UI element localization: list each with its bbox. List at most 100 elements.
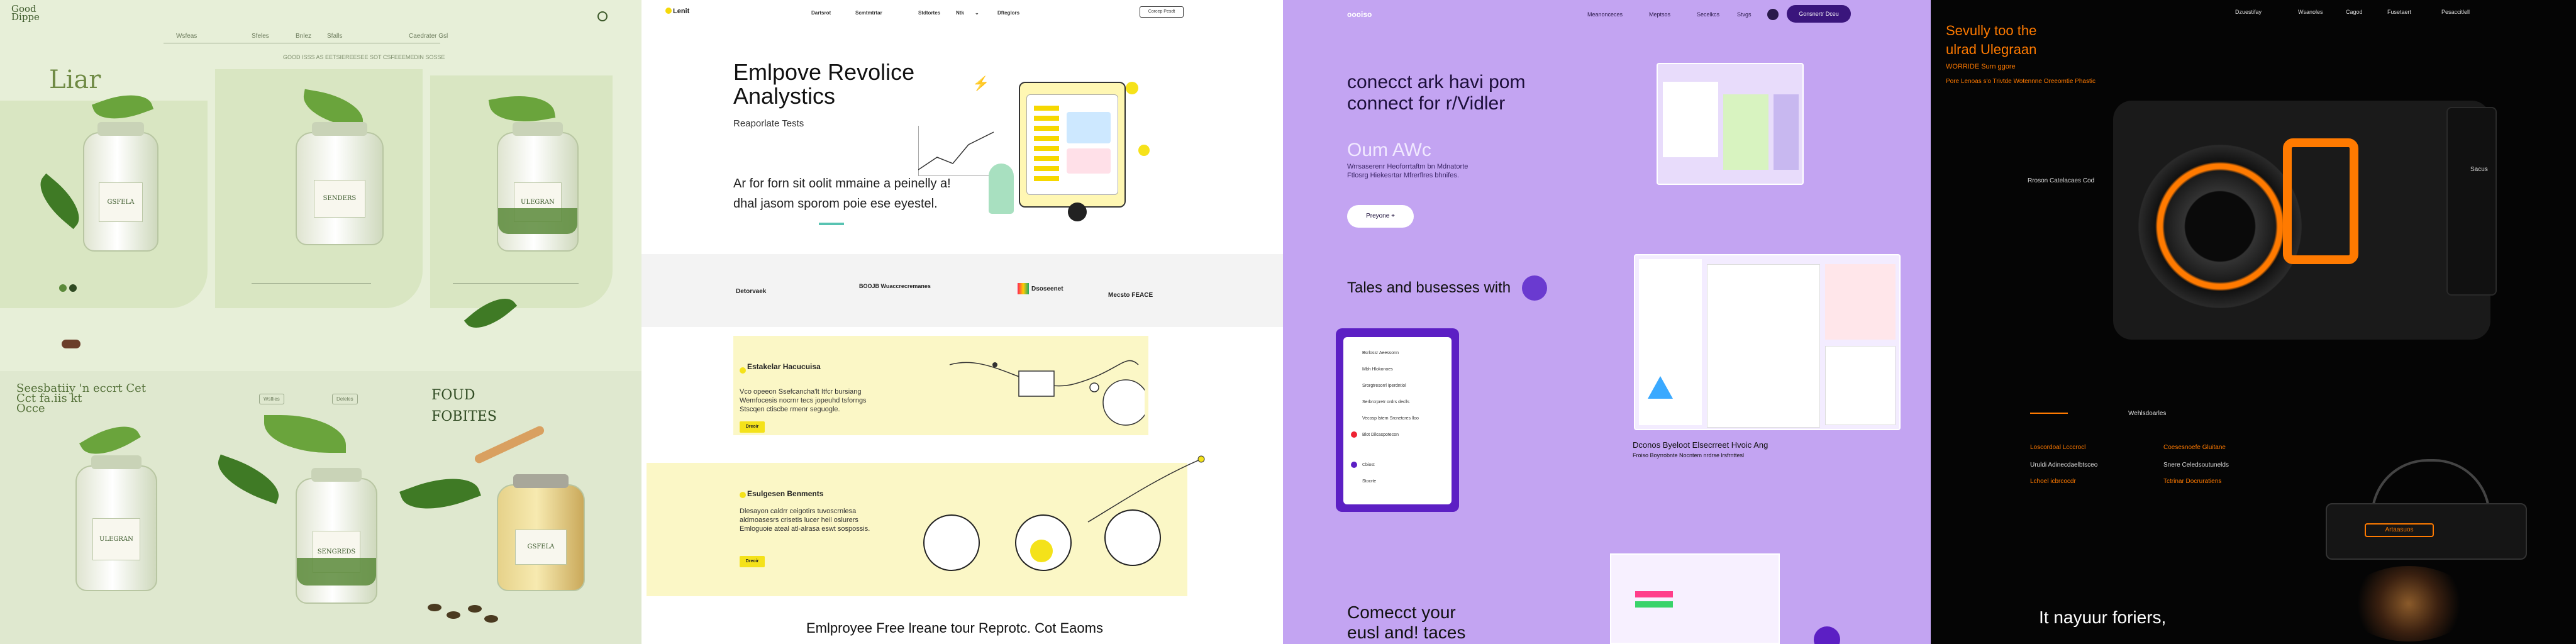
hero-title: Sevully too the ulrad Ulegraan bbox=[1946, 23, 2037, 57]
camera-site-panel: Sevully too the ulrad Ulegraan WORRIDE S… bbox=[1931, 0, 2576, 644]
phone-row[interactable]: Cbiost bbox=[1362, 463, 1375, 467]
coin-icon bbox=[1030, 540, 1053, 562]
column-1-line: Uruldi Adinecdaelbtsceo bbox=[2030, 462, 2098, 469]
phone-row[interactable]: Vecosp lstem Srcnetcres lloo bbox=[1362, 416, 1419, 421]
seed bbox=[484, 615, 498, 623]
phone-row[interactable]: Serbrcrpretr ordrs declls bbox=[1362, 400, 1409, 404]
status-icon bbox=[1351, 462, 1357, 468]
brand-name[interactable]: Lenit bbox=[673, 8, 689, 15]
sparkle-icon: ⚡ bbox=[972, 75, 990, 91]
nav-item-5[interactable]: Pesaccitlell bbox=[2441, 9, 2470, 15]
column-1-title: Loscordoal Lcccrocl bbox=[2030, 444, 2086, 451]
nav-item-4[interactable]: Ntk bbox=[956, 10, 964, 16]
brand-logo[interactable]: Good Dippe bbox=[11, 4, 40, 23]
brand-logo[interactable]: oooiso bbox=[1347, 10, 1372, 19]
dashboard-list bbox=[1707, 264, 1820, 428]
nav-item-2[interactable]: Sfeles bbox=[252, 33, 269, 40]
jar-image: GSFELA bbox=[497, 474, 585, 591]
chart-widget bbox=[1067, 112, 1111, 143]
phone-row[interactable]: Bsrlossr Aeessonn bbox=[1362, 351, 1399, 355]
list-illustration bbox=[1034, 106, 1059, 181]
camera-cage bbox=[2283, 138, 2358, 264]
nav-item-3[interactable]: Cagod bbox=[2346, 9, 2363, 15]
lightbulb-icon bbox=[1138, 145, 1150, 156]
feature-1-button[interactable]: Dreoir bbox=[740, 421, 765, 433]
jar-image: SENGREDS bbox=[296, 468, 377, 604]
nav-item-3[interactable]: Stdtortes bbox=[918, 10, 940, 16]
feature-1-text: Vco opeeon Ssefcancha'lt Itfcr bursiang … bbox=[740, 388, 867, 413]
section-title: Tales and busesses with bbox=[1347, 279, 1511, 296]
phone-row[interactable]: Blot Dilcaspotecon bbox=[1362, 433, 1399, 437]
hero-title: conecct ark havi pom connect for r/Vidle… bbox=[1347, 72, 1526, 114]
nav-item-3[interactable]: Secelkcs bbox=[1697, 11, 1719, 18]
phone-row[interactable]: Srorgtresorrl Iperdntiol bbox=[1362, 384, 1406, 388]
avatar[interactable] bbox=[1767, 9, 1779, 20]
hero-title: Emlpove Revolice Analystics bbox=[733, 59, 915, 109]
nav-item-3[interactable]: Bnlez bbox=[296, 33, 311, 40]
jar-image: GSFELA bbox=[83, 122, 158, 252]
nav-item-4[interactable]: Fusetaert bbox=[2387, 9, 2411, 15]
phone-screen: Bsrlossr Aeessonn Mbh Hlokonoes Srorgtre… bbox=[1343, 337, 1452, 504]
partner-logo-3-icon bbox=[1018, 283, 1029, 294]
found-title: FOUD FOBITES bbox=[431, 387, 497, 425]
carousel-dot[interactable] bbox=[59, 284, 67, 292]
carousel-dot-active[interactable] bbox=[69, 284, 77, 292]
column-2-title: Coesesnoefe Gluitane bbox=[2163, 444, 2226, 451]
window-panel bbox=[1774, 94, 1799, 170]
feature-2-button[interactable]: Dreoir bbox=[740, 556, 765, 567]
nav-item-5[interactable]: Dfteglors bbox=[997, 10, 1019, 16]
filter-pill-1[interactable]: Wsflies bbox=[259, 394, 284, 404]
nav-item-5[interactable]: Caedrater Gsl bbox=[409, 33, 448, 40]
nav-item-1[interactable]: Meanonceces bbox=[1587, 11, 1623, 18]
hero-lead: Ar for forn sit oolit mmaine a peinelly … bbox=[733, 177, 951, 211]
nav-item-4[interactable]: Sfalls bbox=[327, 33, 342, 40]
bottom-card-mock bbox=[1610, 553, 1780, 644]
progress-bar-green bbox=[1635, 601, 1673, 608]
hero-subtitle: Reaporlate Tests bbox=[733, 118, 804, 129]
filter-pill-2[interactable]: Deleles bbox=[332, 394, 358, 404]
dashboard-card bbox=[1825, 264, 1896, 340]
herbal-site-panel: Good Dippe Wsfeas Sfeles Bnlez Sfalls Ca… bbox=[0, 0, 641, 644]
partner-logo-2: BOOJB Wuaccrecremanes bbox=[859, 283, 931, 289]
dashboard-caption: Dconos Byeloot Elsecrreet Hvoic Ang Froi… bbox=[1633, 440, 1768, 458]
hero-button[interactable]: Preyone + bbox=[1347, 205, 1414, 228]
camera-lens bbox=[2138, 145, 2302, 308]
shop-button[interactable] bbox=[62, 340, 80, 348]
dashboard-sidebar bbox=[1639, 259, 1702, 425]
phone-row[interactable]: Stocrte bbox=[1362, 479, 1376, 484]
nav-item-1[interactable]: Wsfeas bbox=[176, 33, 197, 40]
brand-logo-icon bbox=[665, 8, 672, 14]
device-label: Artaasuos bbox=[2365, 523, 2434, 537]
nav-item-2[interactable]: Scmtmtrtar bbox=[855, 10, 882, 16]
seed bbox=[468, 605, 482, 613]
nav-item-1[interactable]: Dartsrot bbox=[811, 10, 831, 16]
nav-item-1[interactable]: Dzuestifay bbox=[2235, 9, 2262, 15]
nav-item-4[interactable]: Stvgs bbox=[1737, 11, 1752, 18]
phone-row[interactable]: Mbh Hlokonoes bbox=[1362, 367, 1393, 372]
line-chart-icon bbox=[918, 131, 994, 170]
feature-1-title: Estakelar Hacucuisa bbox=[747, 362, 821, 371]
camera-side bbox=[2446, 107, 2497, 296]
nav-item-2[interactable]: Meptsos bbox=[1649, 11, 1670, 18]
window-content bbox=[1723, 94, 1768, 170]
jar-image: ULEGRAN bbox=[497, 122, 579, 252]
column-2-line: Tctrinar Docruratiens bbox=[2163, 478, 2222, 485]
bullet-icon bbox=[740, 367, 746, 374]
header-cta-button[interactable]: Gonsnertr Dceu bbox=[1787, 5, 1851, 23]
nav-cta-button[interactable]: Corcep Pesdt bbox=[1140, 6, 1184, 18]
window-sidebar bbox=[1663, 82, 1718, 157]
product-3-caption-line bbox=[453, 283, 579, 294]
logo-line-2: Dippe bbox=[11, 11, 40, 23]
chevron-down-icon[interactable]: ⌄ bbox=[975, 10, 979, 16]
search-icon[interactable] bbox=[597, 11, 608, 21]
bullet-icon bbox=[740, 492, 746, 498]
target-icon bbox=[923, 514, 980, 571]
feature-label: Sacus bbox=[2470, 166, 2488, 173]
hero-tagline: Pore Lenoas s'o Trivtde Wotennne Oreeomt… bbox=[1946, 78, 2096, 85]
action-button[interactable] bbox=[1814, 626, 1840, 644]
phone-mock: Bsrlossr Aeessonn Mbh Hlokonoes Srorgtre… bbox=[1336, 328, 1459, 512]
tagline: GOOD ISSS AS EETSIEREESEE SOT CSFEEEMEDI… bbox=[283, 54, 445, 60]
accent-line bbox=[2030, 413, 2068, 414]
hero-subtitle: Oum AWc bbox=[1347, 140, 1431, 160]
nav-item-2[interactable]: Wsanoles bbox=[2298, 9, 2323, 15]
